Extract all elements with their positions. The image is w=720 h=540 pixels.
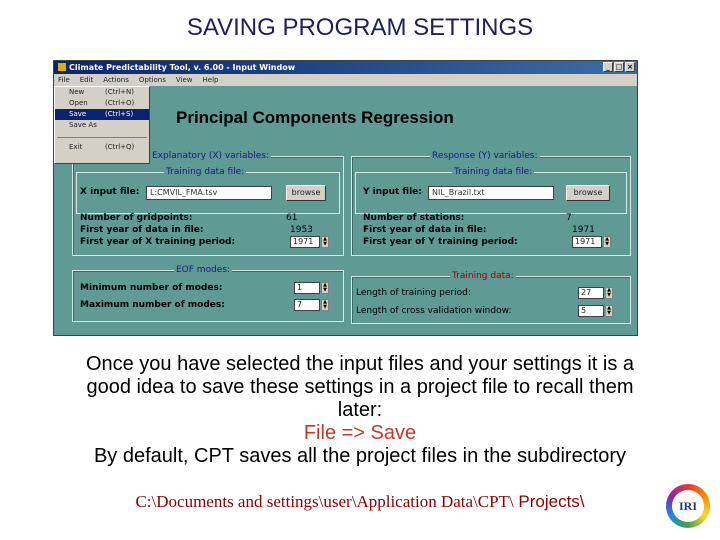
cv-window-label: Length of cross validation window: [356, 306, 512, 316]
menu-actions[interactable]: Actions [103, 74, 129, 86]
caption-line-3: later: [337, 399, 383, 421]
min-modes-label: Minimum number of modes: [80, 283, 223, 293]
caption: Once you have selected the input files a… [20, 353, 700, 468]
y-stations-value: 7 [566, 213, 572, 223]
y-first-year-value: 1971 [572, 225, 595, 235]
max-modes-arrows-icon[interactable]: ▲ ▼ [321, 299, 329, 311]
window-titlebar[interactable]: Climate Predictability Tool, v. 6.00 - I… [54, 61, 637, 74]
x-training-file-label: Training data file: [164, 167, 247, 177]
y-variables-label: Response (Y) variables: [430, 151, 540, 161]
y-input-file-label: Y input file: [363, 187, 422, 197]
x-training-start-spinner[interactable]: 1971 [290, 236, 320, 248]
maximize-icon[interactable]: □ [614, 62, 624, 72]
y-input-file-field[interactable]: NIL_Brazil.txt [428, 186, 554, 200]
file-menu-dropdown: New (Ctrl+N) Open (Ctrl+O) Save (Ctrl+S) Sa… [54, 86, 150, 164]
menu-separator [57, 137, 147, 138]
menu-edit[interactable]: Edit [80, 74, 94, 86]
app-heading: Principal Components Regression [176, 108, 454, 127]
menu-view[interactable]: View [176, 74, 193, 86]
menu-item-open[interactable]: Open (Ctrl+O) [55, 98, 149, 109]
menu-item-exit[interactable]: Exit (Ctrl+Q) [55, 142, 149, 153]
x-first-year-label: First year of data in file: [80, 225, 204, 235]
menubar: File Edit Actions Options View Help [54, 74, 637, 86]
minimize-icon[interactable]: _ [603, 62, 613, 72]
path-main: C:\Documents and settings\user\Applicati… [135, 492, 514, 511]
menu-item-save[interactable]: Save (Ctrl+S) [55, 109, 149, 120]
eof-modes-label: EOF modes: [174, 265, 233, 275]
x-variables-label: Explanatory (X) variables: [150, 151, 271, 161]
x-input-file-field[interactable]: L:CMVIL_FMA.tsv [146, 186, 272, 200]
caption-file-save: File => Save [303, 422, 417, 444]
x-gridpoints-value: 61 [286, 213, 298, 223]
min-modes-arrows-icon[interactable]: ▲ ▼ [321, 282, 329, 294]
caption-line-4: By default, CPT saves all the project fi… [93, 445, 627, 467]
x-input-file-label: X input file: [80, 187, 140, 197]
x-gridpoints-label: Number of gridpoints: [80, 213, 193, 223]
max-modes-label: Maximum number of modes: [80, 300, 225, 310]
x-training-start-arrows-icon[interactable]: ▲ ▼ [321, 236, 329, 248]
training-length-spinner[interactable]: 27 [578, 287, 604, 299]
path-end: Projects\ [513, 492, 585, 511]
cv-window-arrows-icon[interactable]: ▲ ▼ [605, 305, 613, 317]
min-modes-spinner[interactable]: 1 [294, 282, 320, 294]
y-browse-button[interactable]: browse [566, 185, 610, 201]
y-training-start-arrows-icon[interactable]: ▲ ▼ [603, 236, 611, 248]
caption-line-1: Once you have selected the input files a… [85, 353, 635, 375]
training-data-label: Training data: [450, 271, 516, 281]
menu-item-new[interactable]: New (Ctrl+N) [55, 87, 149, 98]
app-icon [58, 63, 66, 71]
eof-modes-panel [72, 270, 344, 322]
y-training-start-spinner[interactable]: 1971 [572, 236, 602, 248]
y-stations-label: Number of stations: [363, 213, 465, 223]
training-length-arrows-icon[interactable]: ▲ ▼ [605, 287, 613, 299]
window-title: Climate Predictability Tool, v. 6.00 - I… [69, 63, 296, 72]
iri-logo-text: IRI [672, 490, 704, 522]
x-first-year-value: 1953 [290, 225, 313, 235]
menu-item-save-as[interactable]: Save As [55, 120, 149, 131]
x-training-start-label: First year of X training period: [80, 237, 236, 247]
y-training-file-label: Training data file: [452, 167, 535, 177]
cv-window-spinner[interactable]: 5 [578, 305, 604, 317]
slide-title: SAVING PROGRAM SETTINGS [186, 14, 534, 41]
x-browse-button[interactable]: browse [286, 185, 326, 201]
cpt-input-window: Climate Predictability Tool, v. 6.00 - I… [53, 60, 638, 336]
max-modes-spinner[interactable]: 7 [294, 299, 320, 311]
caption-line-2: good idea to save these settings in a pr… [86, 376, 634, 398]
y-first-year-label: First year of data in file: [363, 225, 487, 235]
menu-options[interactable]: Options [139, 74, 166, 86]
iri-logo: IRI [666, 484, 710, 528]
training-length-label: Length of training period: [356, 288, 471, 298]
menu-file[interactable]: File [58, 74, 70, 86]
close-icon[interactable]: × [625, 62, 635, 72]
y-training-start-label: First year of Y training period: [363, 237, 518, 247]
default-path: C:\Documents and settings\user\Applicati… [0, 492, 720, 512]
menu-help[interactable]: Help [203, 74, 219, 86]
